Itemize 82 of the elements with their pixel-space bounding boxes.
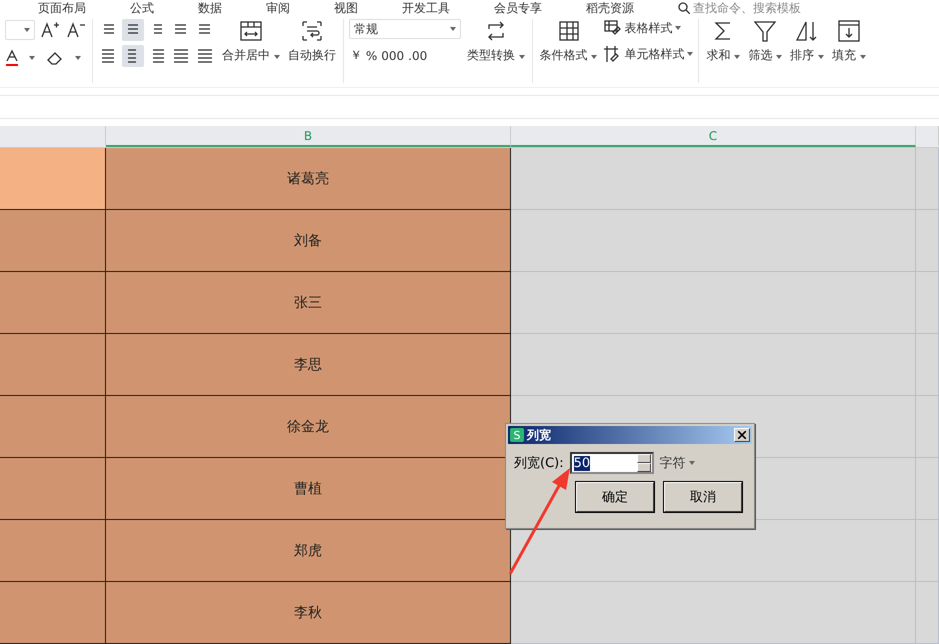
wrap-text-icon xyxy=(300,19,324,43)
letter-minus-icon xyxy=(66,21,86,39)
caret-icon xyxy=(274,55,280,59)
spin-up-button[interactable] xyxy=(636,454,651,463)
caret-icon xyxy=(675,26,682,30)
font-color-icon xyxy=(5,49,19,67)
align-icon xyxy=(196,47,214,65)
table-grid-icon xyxy=(556,19,581,43)
cell-style-button[interactable]: 单元格样式 xyxy=(603,45,694,63)
number-format-button[interactable]: .00 xyxy=(407,48,428,62)
width-input[interactable]: 50 xyxy=(570,452,654,474)
caret-icon xyxy=(688,461,695,465)
search-icon xyxy=(678,2,690,14)
menu-tab[interactable]: 开发工具 xyxy=(402,0,450,14)
dialog-button[interactable]: 取消 xyxy=(664,482,742,512)
table-cell: 诸葛亮 xyxy=(106,148,511,210)
table-cell xyxy=(916,272,939,334)
type-convert-button[interactable]: 类型转换 xyxy=(464,19,527,64)
align-button[interactable] xyxy=(122,19,144,41)
close-button[interactable] xyxy=(734,428,750,442)
number-format-button[interactable]: % xyxy=(364,48,378,62)
table-cell xyxy=(916,334,939,396)
align-icon xyxy=(172,47,190,65)
caret-icon xyxy=(591,55,598,59)
fill-down-icon xyxy=(836,19,861,43)
caret-icon xyxy=(734,55,740,59)
merge-center-button[interactable]: 合并居中 xyxy=(220,19,282,64)
menu-tab[interactable]: 会员专享 xyxy=(494,0,542,14)
menu-tab[interactable]: 视图 xyxy=(334,0,358,14)
caret-icon xyxy=(687,52,694,56)
caret-icon xyxy=(776,55,782,59)
table-style-button[interactable]: 表格样式 xyxy=(603,19,694,37)
table-cell xyxy=(916,520,939,582)
letter-plus-icon xyxy=(40,21,60,39)
sort-button[interactable]: 排序 xyxy=(788,19,826,64)
unit-dropdown[interactable]: 字符 xyxy=(660,454,695,472)
sort-icon xyxy=(795,19,820,43)
table-cell: 李秋 xyxy=(106,582,511,644)
table-cell xyxy=(916,458,939,520)
number-format-dropdown[interactable]: 常规 xyxy=(348,19,461,39)
sum-button[interactable]: 求和 xyxy=(704,19,742,64)
menu-tab[interactable]: 公式 xyxy=(130,0,154,14)
table-cell: 郑虎 xyxy=(106,520,511,582)
number-format-button[interactable]: ￥ xyxy=(348,47,363,64)
table-cell: 徐金龙 xyxy=(106,396,511,458)
caret-icon xyxy=(29,56,35,60)
width-label: 列宽(C): xyxy=(514,455,564,472)
table-cell xyxy=(916,148,939,210)
number-format-button[interactable]: 000 xyxy=(380,48,406,62)
menu-tab[interactable]: 数据 xyxy=(198,0,222,14)
caret-icon xyxy=(518,55,525,59)
menu-tab[interactable]: 页面布局 xyxy=(38,0,86,14)
table-cell: 李思 xyxy=(106,334,511,396)
caret-icon xyxy=(75,56,81,60)
menu-tab[interactable]: 稻壳资源 xyxy=(586,0,634,14)
caret-icon xyxy=(24,28,30,32)
filter-icon xyxy=(753,19,778,43)
table-brush-icon xyxy=(603,19,622,37)
table-cell: 刘备 xyxy=(106,210,511,272)
table-cell xyxy=(916,396,939,458)
spin-down-button[interactable] xyxy=(636,463,651,472)
wrap-text-button[interactable]: 自动换行 xyxy=(286,19,338,64)
dialog-title: 列宽 xyxy=(527,426,552,444)
table-cell xyxy=(916,210,939,272)
align-button[interactable] xyxy=(122,45,144,67)
app-logo: S xyxy=(510,428,524,442)
dialog-button[interactable]: 确定 xyxy=(576,482,654,512)
caret-icon xyxy=(450,27,456,31)
fill-button[interactable]: 填充 xyxy=(830,19,868,64)
filter-button[interactable]: 筛选 xyxy=(746,19,784,64)
menu-tab[interactable]: 审阅 xyxy=(266,0,290,14)
caret-icon xyxy=(860,55,866,59)
table-cell xyxy=(916,582,939,644)
conditional-format-button[interactable]: 条件格式 xyxy=(538,19,600,64)
font-size-field[interactable] xyxy=(5,20,35,40)
search-field[interactable]: 查找命令、搜索模板 xyxy=(678,0,801,14)
caret-icon xyxy=(818,55,824,59)
cell-brush-icon xyxy=(603,45,622,63)
table-cell: 张三 xyxy=(106,272,511,334)
merge-cells-icon xyxy=(238,19,263,43)
close-icon xyxy=(738,431,746,439)
width-value: 50 xyxy=(574,456,590,470)
